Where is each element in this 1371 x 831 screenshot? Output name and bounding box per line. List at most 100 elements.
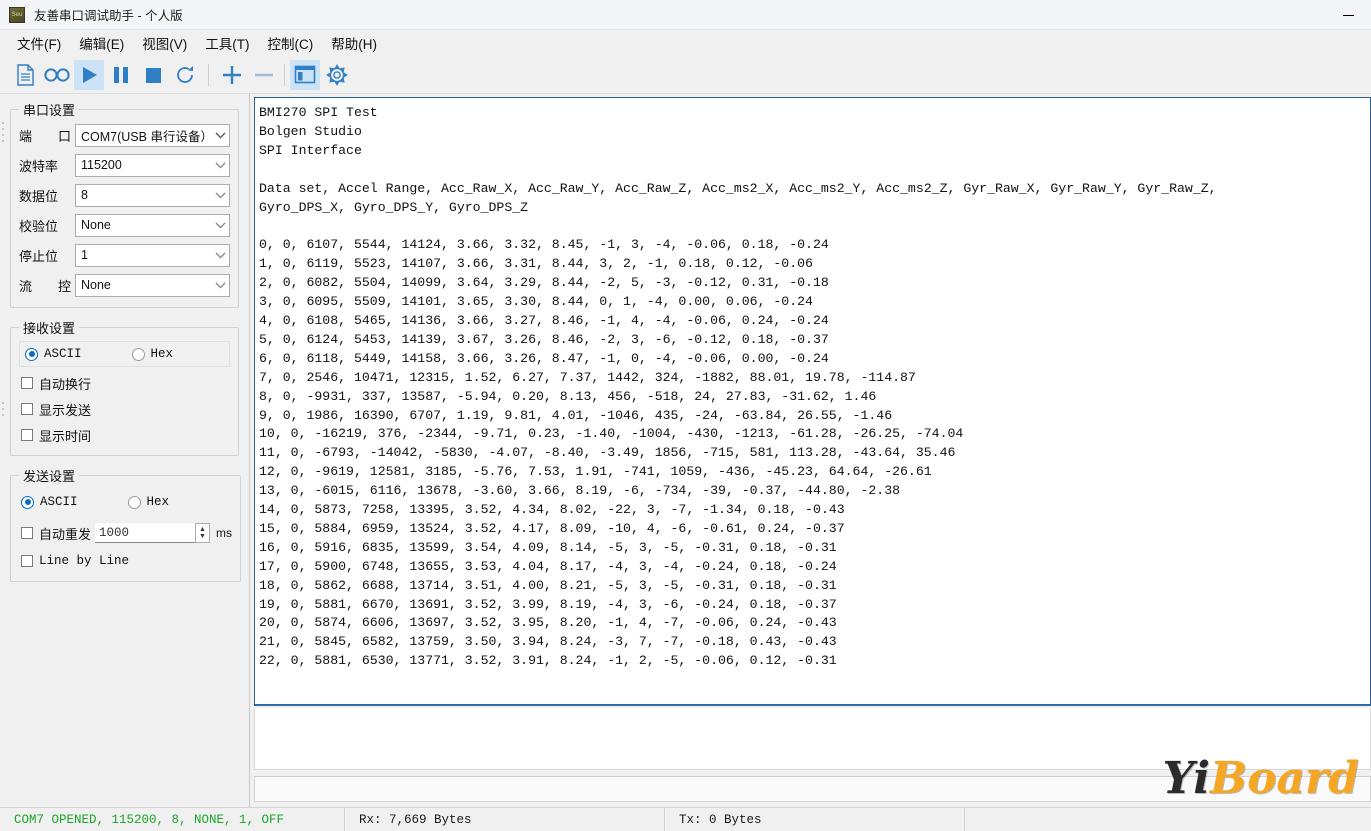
new-document-icon bbox=[16, 63, 34, 86]
send-ascii-label: ASCII bbox=[40, 495, 78, 509]
line-by-line-row[interactable]: Line by Line bbox=[19, 551, 232, 571]
pause-icon bbox=[114, 66, 128, 83]
parity-select[interactable]: None bbox=[75, 213, 230, 237]
databits-label: 数据位 bbox=[19, 188, 59, 204]
port-label: 端 口 bbox=[19, 126, 75, 145]
plus-icon bbox=[223, 65, 241, 84]
resend-interval-spin-buttons[interactable]: ▲ ▼ bbox=[195, 523, 211, 543]
show-time-row[interactable]: 显示时间 bbox=[19, 425, 230, 445]
window-controls bbox=[1325, 0, 1371, 30]
menu-bar: 文件(F) 编辑(E) 视图(V) 工具(T) 控制(C) 帮助(H) bbox=[0, 30, 1371, 56]
port-row: 端 口 COM7(USB 串行设备） bbox=[19, 123, 230, 147]
baudrate-row: 波特率 115200 bbox=[19, 153, 230, 177]
port-value: COM7(USB 串行设备） bbox=[81, 129, 213, 144]
line-by-line-label: Line by Line bbox=[39, 554, 130, 568]
receive-ascii-label: ASCII bbox=[44, 347, 82, 361]
menu-file[interactable]: 文件(F) bbox=[8, 30, 70, 56]
chevron-down-icon bbox=[213, 278, 227, 292]
auto-wrap-checkbox[interactable] bbox=[21, 377, 33, 389]
refresh-button[interactable] bbox=[170, 60, 200, 90]
chevron-down-icon bbox=[213, 218, 227, 232]
remove-button[interactable] bbox=[249, 60, 279, 90]
line-by-line-checkbox[interactable] bbox=[21, 555, 33, 567]
baudrate-select[interactable]: 115200 bbox=[75, 153, 230, 177]
show-send-checkbox[interactable] bbox=[21, 403, 33, 415]
chevron-down-icon bbox=[213, 188, 227, 202]
show-send-label: 显示发送 bbox=[39, 402, 92, 418]
menu-tools[interactable]: 工具(T) bbox=[196, 30, 258, 56]
record-button[interactable] bbox=[42, 60, 72, 90]
minus-icon bbox=[255, 73, 273, 76]
resend-interval-stepper: ▲ ▼ bbox=[95, 523, 211, 543]
show-time-checkbox[interactable] bbox=[21, 429, 33, 441]
chevron-down-icon bbox=[213, 248, 227, 262]
play-button[interactable] bbox=[74, 59, 104, 90]
terminal-output: BMI270 SPI Test Bolgen Studio SPI Interf… bbox=[259, 105, 1217, 669]
send-settings-legend: 发送设置 bbox=[23, 469, 76, 484]
auto-wrap-label: 自动换行 bbox=[39, 376, 92, 392]
menu-edit[interactable]: 编辑(E) bbox=[70, 30, 133, 56]
baudrate-label: 波特率 bbox=[19, 158, 59, 174]
send-ascii-option[interactable]: ASCII bbox=[21, 495, 78, 509]
chevron-down-icon bbox=[213, 128, 227, 142]
spin-down-icon[interactable]: ▼ bbox=[199, 533, 206, 540]
flowcontrol-select[interactable]: None bbox=[75, 273, 230, 297]
auto-wrap-row[interactable]: 自动换行 bbox=[19, 373, 230, 393]
menu-control[interactable]: 控制(C) bbox=[259, 30, 323, 56]
databits-select[interactable]: 8 bbox=[75, 183, 230, 207]
port-settings-group: 串口设置 端 口 COM7(USB 串行设备） 波特率 115200 数据位 8… bbox=[10, 100, 239, 308]
send-hex-option[interactable]: Hex bbox=[127, 495, 169, 509]
auto-resend-checkbox[interactable] bbox=[21, 527, 33, 539]
status-connection: COM7 OPENED, 115200, 8, NONE, 1, OFF bbox=[0, 807, 345, 831]
flowcontrol-label-right: 控 bbox=[57, 278, 71, 294]
send-ascii-radio[interactable] bbox=[21, 495, 34, 509]
databits-row: 数据位 8 bbox=[19, 183, 230, 207]
receive-hex-radio[interactable] bbox=[131, 347, 145, 361]
send-command-input[interactable] bbox=[254, 776, 1371, 802]
parity-value: None bbox=[81, 218, 111, 232]
status-extra bbox=[965, 808, 1371, 831]
new-document-button[interactable] bbox=[10, 60, 40, 90]
settings-sidebar: 串口设置 端 口 COM7(USB 串行设备） 波特率 115200 数据位 8… bbox=[0, 94, 250, 807]
stop-button[interactable] bbox=[138, 60, 168, 90]
status-rx-bytes: Rx: 7,669 Bytes bbox=[345, 807, 665, 831]
menu-view[interactable]: 视图(V) bbox=[133, 30, 196, 56]
resend-interval-input[interactable] bbox=[95, 523, 196, 543]
toolbar-separator-2 bbox=[284, 63, 285, 86]
status-bar: COM7 OPENED, 115200, 8, NONE, 1, OFF Rx:… bbox=[0, 807, 1371, 831]
grip-dots-icon bbox=[2, 122, 4, 416]
main-panel: BMI270 SPI Test Bolgen Studio SPI Interf… bbox=[250, 94, 1371, 807]
receive-format-radiogroup: ASCII Hex bbox=[19, 341, 230, 367]
databits-value: 8 bbox=[81, 188, 88, 202]
add-button[interactable] bbox=[217, 60, 247, 90]
stopbits-select[interactable]: 1 bbox=[75, 243, 230, 267]
parity-row: 校验位 None bbox=[19, 213, 230, 237]
spin-up-icon[interactable]: ▲ bbox=[199, 526, 206, 533]
receive-ascii-option[interactable]: ASCII bbox=[25, 347, 82, 361]
port-label-left: 端 bbox=[19, 128, 33, 144]
sidebar-resize-handle[interactable] bbox=[2, 102, 6, 602]
application-window: Seu 友善串口调试助手 - 个人版 文件(F) 编辑(E) 视图(V) 工具(… bbox=[0, 0, 1371, 831]
auto-resend-label: 自动重发 bbox=[39, 526, 92, 542]
settings-button[interactable] bbox=[322, 60, 352, 90]
minimize-button[interactable] bbox=[1325, 0, 1371, 30]
port-select[interactable]: COM7(USB 串行设备） bbox=[75, 123, 230, 147]
app-icon: Seu bbox=[9, 6, 25, 23]
send-textarea[interactable] bbox=[254, 708, 1371, 770]
title-bar: Seu 友善串口调试助手 - 个人版 bbox=[0, 0, 1371, 30]
chevron-down-icon bbox=[213, 158, 227, 172]
menu-help[interactable]: 帮助(H) bbox=[322, 30, 386, 56]
stopbits-label: 停止位 bbox=[19, 248, 59, 264]
stop-icon bbox=[146, 67, 161, 83]
send-hex-radio[interactable] bbox=[127, 495, 141, 509]
receive-terminal[interactable]: BMI270 SPI Test Bolgen Studio SPI Interf… bbox=[254, 97, 1371, 706]
receive-hex-option[interactable]: Hex bbox=[131, 347, 173, 361]
receive-ascii-radio[interactable] bbox=[25, 347, 38, 361]
window-title: 友善串口调试助手 - 个人版 bbox=[34, 9, 183, 23]
port-settings-legend: 串口设置 bbox=[23, 103, 76, 118]
show-send-row[interactable]: 显示发送 bbox=[19, 399, 230, 419]
flowcontrol-row: 流 控 None bbox=[19, 273, 230, 297]
layout-panel-button[interactable] bbox=[290, 59, 320, 90]
receive-settings-group: 接收设置 ASCII Hex 自动换行 显示发送 显示时间 bbox=[10, 318, 239, 456]
pause-button[interactable] bbox=[106, 60, 136, 90]
